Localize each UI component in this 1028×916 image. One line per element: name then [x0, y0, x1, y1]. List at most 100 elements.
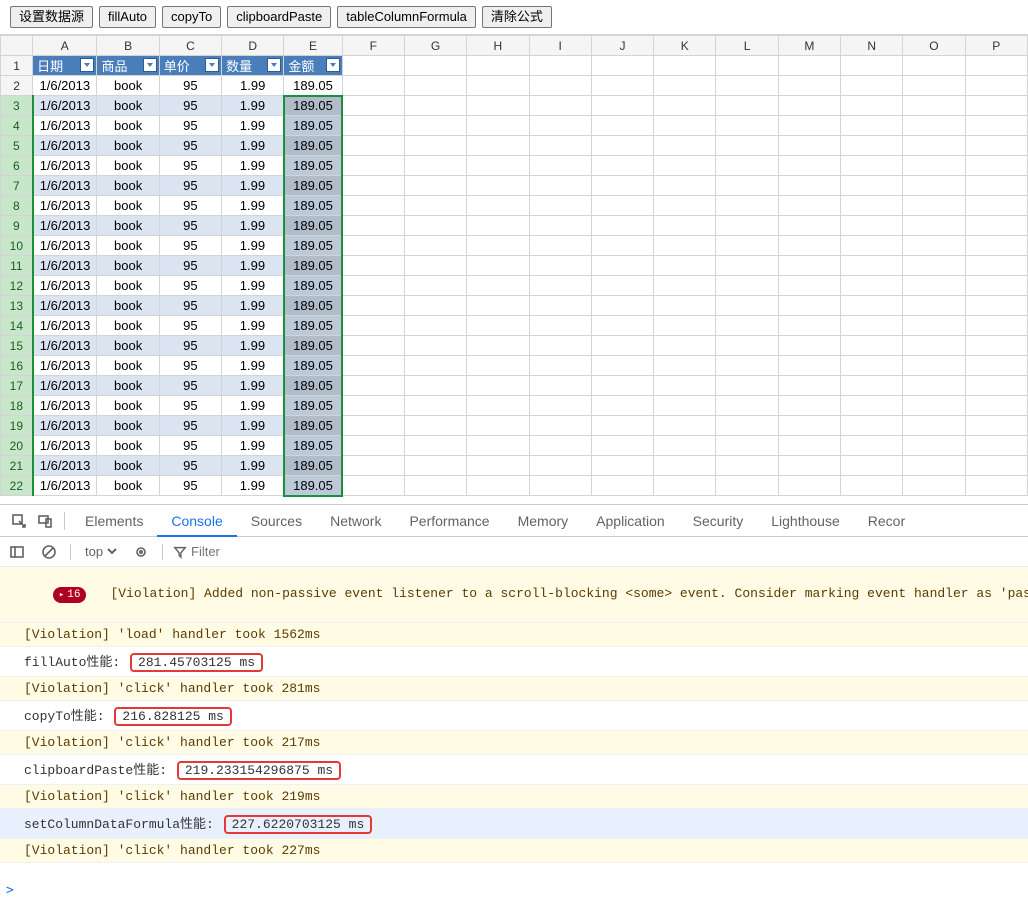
filter-input[interactable]: [191, 544, 311, 559]
cell[interactable]: 1/6/2013: [33, 456, 97, 476]
cell[interactable]: [404, 316, 466, 336]
cell[interactable]: [716, 476, 778, 496]
cell[interactable]: 1.99: [222, 196, 284, 216]
cell[interactable]: 189.05: [284, 216, 342, 236]
cell[interactable]: [654, 216, 716, 236]
cell[interactable]: 95: [159, 96, 221, 116]
cell[interactable]: [591, 436, 653, 456]
cell[interactable]: book: [97, 76, 159, 96]
cell[interactable]: [654, 436, 716, 456]
cell[interactable]: [404, 416, 466, 436]
row-header[interactable]: 10: [1, 236, 33, 256]
cell[interactable]: [716, 156, 778, 176]
cell[interactable]: [903, 96, 965, 116]
col-header-D[interactable]: D: [222, 36, 284, 56]
cell[interactable]: [654, 96, 716, 116]
tab-application[interactable]: Application: [582, 505, 679, 537]
table-header-cell[interactable]: 商品: [97, 56, 159, 76]
copy-to-button[interactable]: copyTo: [162, 6, 221, 28]
cell[interactable]: [778, 376, 840, 396]
col-header-E[interactable]: E: [284, 36, 342, 56]
cell[interactable]: [342, 216, 404, 236]
clear-console-icon[interactable]: [38, 541, 60, 563]
row-header[interactable]: 16: [1, 356, 33, 376]
row-header[interactable]: 5: [1, 136, 33, 156]
cell[interactable]: [841, 476, 903, 496]
cell[interactable]: [965, 216, 1027, 236]
cell[interactable]: [841, 156, 903, 176]
cell[interactable]: 1/6/2013: [33, 196, 97, 216]
cell[interactable]: [778, 436, 840, 456]
cell[interactable]: [342, 256, 404, 276]
cell[interactable]: [591, 56, 653, 76]
cell[interactable]: [903, 416, 965, 436]
cell[interactable]: [529, 136, 591, 156]
cell[interactable]: [654, 76, 716, 96]
cell[interactable]: book: [97, 436, 159, 456]
cell[interactable]: 95: [159, 76, 221, 96]
cell[interactable]: [716, 416, 778, 436]
col-header-O[interactable]: O: [903, 36, 965, 56]
cell[interactable]: 1.99: [222, 136, 284, 156]
cell[interactable]: 1.99: [222, 396, 284, 416]
cell[interactable]: 1.99: [222, 236, 284, 256]
cell[interactable]: [903, 196, 965, 216]
cell[interactable]: [778, 156, 840, 176]
cell[interactable]: [467, 176, 529, 196]
cell[interactable]: 95: [159, 376, 221, 396]
cell[interactable]: book: [97, 456, 159, 476]
cell[interactable]: [778, 336, 840, 356]
cell[interactable]: [342, 396, 404, 416]
cell[interactable]: [591, 136, 653, 156]
cell[interactable]: [591, 376, 653, 396]
cell[interactable]: [716, 316, 778, 336]
cell[interactable]: 1.99: [222, 276, 284, 296]
cell[interactable]: [778, 116, 840, 136]
cell[interactable]: [654, 136, 716, 156]
cell[interactable]: [467, 356, 529, 376]
cell[interactable]: [404, 396, 466, 416]
cell[interactable]: [841, 116, 903, 136]
cell[interactable]: 1.99: [222, 76, 284, 96]
cell[interactable]: [529, 196, 591, 216]
cell[interactable]: [591, 396, 653, 416]
cell[interactable]: [965, 156, 1027, 176]
cell[interactable]: [716, 136, 778, 156]
cell[interactable]: 1.99: [222, 376, 284, 396]
cell[interactable]: [342, 276, 404, 296]
cell[interactable]: 95: [159, 196, 221, 216]
col-header-C[interactable]: C: [159, 36, 221, 56]
cell[interactable]: [342, 136, 404, 156]
row-header[interactable]: 18: [1, 396, 33, 416]
cell[interactable]: [342, 176, 404, 196]
console-prompt[interactable]: >: [0, 879, 1028, 902]
cell[interactable]: [342, 376, 404, 396]
row-header[interactable]: 9: [1, 216, 33, 236]
cell[interactable]: [903, 256, 965, 276]
cell[interactable]: [965, 276, 1027, 296]
cell[interactable]: 1.99: [222, 96, 284, 116]
cell[interactable]: 1.99: [222, 156, 284, 176]
cell[interactable]: [654, 176, 716, 196]
cell[interactable]: [404, 436, 466, 456]
cell[interactable]: [716, 256, 778, 276]
cell[interactable]: 1.99: [222, 356, 284, 376]
table-header-cell[interactable]: 日期: [33, 56, 97, 76]
cell[interactable]: [404, 356, 466, 376]
cell[interactable]: [716, 296, 778, 316]
cell[interactable]: 189.05: [284, 256, 342, 276]
row-header[interactable]: 19: [1, 416, 33, 436]
cell[interactable]: [716, 176, 778, 196]
cell[interactable]: 1.99: [222, 176, 284, 196]
cell[interactable]: [342, 456, 404, 476]
cell[interactable]: [965, 176, 1027, 196]
cell[interactable]: [404, 256, 466, 276]
cell[interactable]: [965, 456, 1027, 476]
cell[interactable]: 95: [159, 476, 221, 496]
cell[interactable]: book: [97, 276, 159, 296]
cell[interactable]: book: [97, 476, 159, 496]
cell[interactable]: 95: [159, 296, 221, 316]
cell[interactable]: [342, 156, 404, 176]
cell[interactable]: [778, 296, 840, 316]
cell[interactable]: [591, 256, 653, 276]
